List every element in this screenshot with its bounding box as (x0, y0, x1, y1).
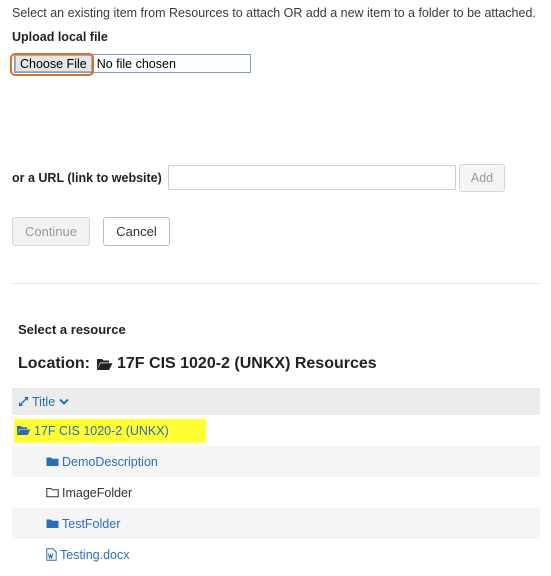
resource-link-testing-docx[interactable]: Testing.docx (12, 548, 129, 562)
table-header: Title (12, 388, 540, 415)
location-heading: Location: 17F CIS 1020-2 (UNKX) Resource… (18, 355, 377, 373)
column-title-label: Title (32, 394, 56, 409)
root-folder-link[interactable]: 17F CIS 1020-2 (UNKX) (12, 424, 169, 438)
upload-local-file-label: Upload local file (12, 30, 108, 44)
folder-open-icon (16, 425, 31, 436)
table-row[interactable]: ImageFolder (12, 477, 540, 508)
resource-label: ImageFolder (62, 485, 133, 500)
choose-file-highlight (10, 53, 94, 76)
table-row[interactable]: DemoDescription (12, 446, 540, 477)
table-row-root-folder[interactable]: 17F CIS 1020-2 (UNKX) (12, 415, 540, 446)
folder-filled-icon (46, 456, 59, 467)
resource-table: Title 17F CIS 1020-2 (UNKX) DemoDescript… (12, 388, 540, 570)
resource-label: Testing.docx (60, 547, 130, 562)
resource-label: DemoDescription (62, 454, 158, 469)
file-status-text: No file chosen (96, 56, 176, 71)
resource-link-imagefolder[interactable]: ImageFolder (12, 486, 132, 500)
url-label: or a URL (link to website) (12, 171, 162, 185)
folder-outline-icon (46, 487, 59, 498)
folder-open-icon (96, 358, 113, 371)
table-row[interactable]: Testing.docx (12, 539, 540, 570)
select-resource-heading: Select a resource (18, 322, 126, 337)
resource-link-testfolder[interactable]: TestFolder (12, 517, 120, 531)
section-divider (12, 283, 540, 284)
word-document-icon (46, 548, 57, 561)
sort-by-title[interactable]: Title (12, 395, 72, 409)
cancel-button[interactable]: Cancel (103, 217, 170, 246)
url-input[interactable] (168, 165, 456, 190)
location-name: 17F CIS 1020-2 (UNKX) Resources (117, 355, 377, 372)
chevron-down-icon (59, 398, 69, 406)
instructions-text: Select an existing item from Resources t… (12, 6, 536, 20)
location-prefix: Location: (18, 355, 90, 372)
expand-arrows-icon (18, 396, 29, 407)
root-folder-label: 17F CIS 1020-2 (UNKX) (34, 423, 169, 438)
add-url-button[interactable]: Add (459, 164, 505, 192)
folder-filled-icon (46, 518, 59, 529)
resource-label: TestFolder (62, 516, 121, 531)
continue-button[interactable]: Continue (12, 217, 90, 246)
resource-link-demodescription[interactable]: DemoDescription (12, 455, 158, 469)
table-row[interactable]: TestFolder (12, 508, 540, 539)
